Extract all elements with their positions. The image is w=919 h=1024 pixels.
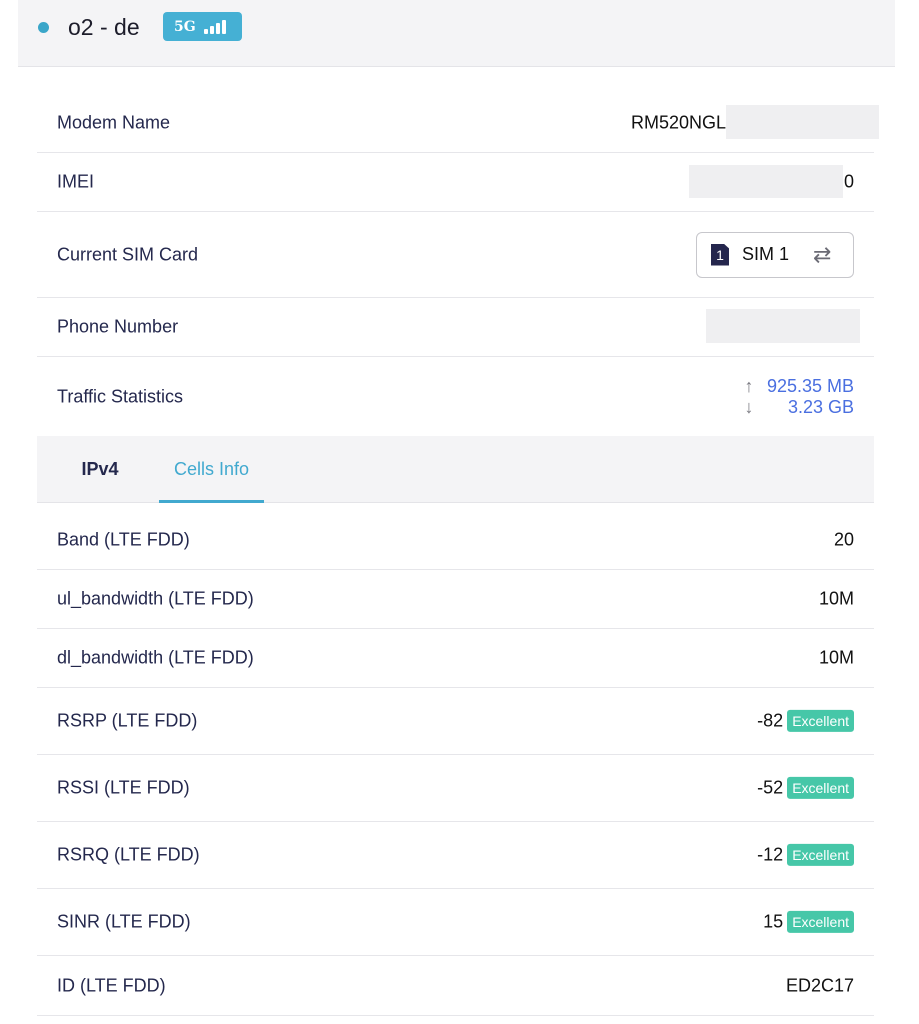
signal-bars-icon: [203, 19, 226, 34]
download-arrow-icon: ↓: [744, 397, 754, 417]
modem-name-row: Modem Name RM520NGL: [37, 93, 879, 153]
redacted-block: [689, 165, 843, 198]
traffic-label: Traffic Statistics: [57, 386, 184, 407]
table-row: ID (LTE FDD) ED2C17: [37, 956, 874, 1016]
cell-value: 20: [833, 529, 854, 550]
redacted-block: [726, 105, 879, 139]
table-row: dl_bandwidth (LTE FDD) 10M: [37, 629, 874, 688]
traffic-row: Traffic Statistics ↑ 925.35 MB ↓ 3.23 GB: [37, 357, 874, 437]
table-row: RSRP (LTE FDD) -82 Excellent: [37, 688, 874, 755]
table-row: SINR (LTE FDD) 15 Excellent: [37, 889, 874, 956]
table-row: Band (LTE FDD) 20: [37, 511, 874, 570]
cell-label: RSRP (LTE FDD): [57, 710, 198, 731]
phone-number-label: Phone Number: [57, 316, 179, 337]
table-row: RSSI (LTE FDD) -52 Excellent: [37, 755, 874, 822]
imei-value: 0: [843, 171, 854, 192]
cell-number: 15: [763, 911, 784, 932]
cell-label: dl_bandwidth (LTE FDD): [57, 647, 254, 668]
traffic-upload: 925.35 MB: [766, 376, 854, 396]
upload-arrow-icon: ↑: [744, 376, 754, 396]
network-badge: 5G: [163, 12, 242, 41]
operator-header: o2 - de 5G: [18, 0, 895, 67]
cells-info-table: Band (LTE FDD) 20 ul_bandwidth (LTE FDD)…: [37, 511, 874, 1016]
tab-ipv4[interactable]: IPv4: [62, 436, 138, 502]
network-generation: 5G: [174, 18, 196, 35]
quality-badge: Excellent: [787, 911, 854, 934]
swap-arrows-icon[interactable]: ⇄: [813, 243, 831, 266]
sim-card-value: SIM 1: [742, 244, 790, 264]
cell-label: ID (LTE FDD): [57, 975, 166, 995]
cell-number: -12: [757, 844, 784, 865]
phone-number-row: Phone Number: [37, 298, 874, 357]
info-tabs: IPv4 Cells Info: [37, 436, 874, 503]
tab-cells-info[interactable]: Cells Info: [159, 436, 264, 503]
modem-name-value: RM520NGL: [630, 112, 726, 132]
cell-value: 10M: [818, 588, 854, 609]
table-row: RSRQ (LTE FDD) -12 Excellent: [37, 822, 874, 889]
cell-label: ul_bandwidth (LTE FDD): [57, 588, 254, 609]
sim-card-row: Current SIM Card 1 SIM 1 ⇄: [37, 212, 874, 298]
cell-value: 15 Excellent: [763, 911, 854, 934]
modem-name-label: Modem Name: [57, 112, 171, 132]
table-row: ul_bandwidth (LTE FDD) 10M: [37, 570, 874, 629]
imei-label: IMEI: [57, 171, 95, 192]
cell-label: SINR (LTE FDD): [57, 911, 191, 932]
cell-label: RSSI (LTE FDD): [57, 777, 190, 798]
operator-name: o2 - de: [68, 14, 140, 40]
cell-label: RSRQ (LTE FDD): [57, 844, 200, 865]
device-info-table: Modem Name RM520NGL IMEI 0 Current SIM C…: [37, 93, 879, 437]
cell-value: -82 Excellent: [757, 710, 854, 733]
cell-value: ED2C17: [785, 975, 854, 995]
cell-value: -12 Excellent: [757, 844, 854, 867]
imei-row: IMEI 0: [37, 153, 874, 212]
sim-card-label: Current SIM Card: [57, 244, 199, 264]
cell-label: Band (LTE FDD): [57, 529, 190, 550]
redacted-block: [706, 309, 860, 343]
traffic-values: ↑ 925.35 MB ↓ 3.23 GB: [740, 376, 855, 418]
quality-badge: Excellent: [787, 844, 854, 867]
status-dot-icon: [38, 22, 49, 33]
cell-value: 10M: [818, 647, 854, 668]
quality-badge: Excellent: [787, 710, 854, 733]
quality-badge: Excellent: [787, 777, 854, 800]
sim-card-icon: 1: [711, 243, 729, 266]
cell-value: -52 Excellent: [757, 777, 854, 800]
cell-number: -82: [757, 710, 784, 731]
cell-number: -52: [757, 777, 784, 798]
traffic-download: 3.23 GB: [787, 397, 854, 417]
sim-switch-button[interactable]: 1 SIM 1 ⇄: [696, 231, 854, 278]
